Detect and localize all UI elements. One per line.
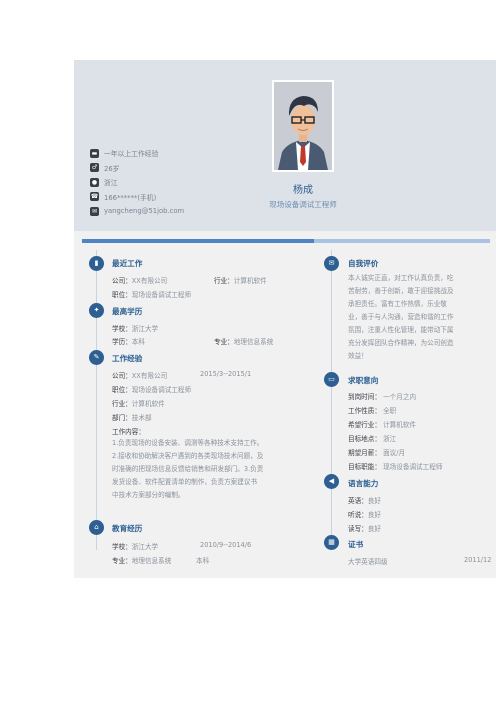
avatar (272, 80, 334, 172)
intent-row: 希望行业： 计算机软件 (348, 421, 417, 429)
intent-row: 目标地点： 浙江 (348, 435, 397, 443)
intent-row: 工作性质： 全职 (348, 407, 397, 415)
education-title: 教育经历 (112, 524, 143, 533)
work-dept: 部门：技术部 (112, 414, 152, 422)
candidate-title: 现场设备调试工程师 (269, 200, 337, 209)
contact-location: ● 浙江 (90, 177, 118, 188)
person-icon: ♂ (90, 163, 99, 173)
work-company: 公司：XX有限公司 (112, 372, 168, 380)
left-timeline (96, 250, 97, 550)
location-icon: ● (90, 177, 99, 187)
certificate-name: 大学英语四级 (348, 558, 388, 566)
certificate-date: 2011/12 (464, 556, 492, 564)
contact-email: ✉ yangcheng@51job.com (90, 206, 185, 216)
recent-work-title: 最近工作 (112, 259, 143, 268)
work-experience-title: 工作经验 (112, 354, 143, 363)
school-section-icon: ⌂ (89, 520, 104, 535)
language-title: 语言能力 (348, 479, 379, 488)
top-degree: 学历：本科 (112, 338, 145, 346)
edu-major: 专业：地理信息系统 (112, 557, 172, 565)
intent-row: 期望月薪： 面议/月 (348, 449, 406, 457)
recent-position: 职位：现场设备调试工程师 (112, 291, 192, 299)
recent-industry: 行业：计算机软件 (214, 277, 267, 285)
certificate-title: 证书 (348, 540, 364, 549)
work-position: 职位：现场设备调试工程师 (112, 386, 192, 394)
language-row: 英语：良好 (348, 497, 381, 505)
contact-phone: ☎ 166******(手机) (90, 192, 157, 202)
speaker-section-icon: ◀ (324, 474, 339, 489)
certificate-section-icon: ▦ (324, 535, 339, 550)
job-intent-title: 求职意向 (348, 376, 379, 385)
wrench-section-icon: ✎ (89, 350, 104, 365)
language-row: 听说：良好 (348, 511, 381, 519)
monitor-section-icon: ▭ (324, 372, 339, 387)
work-industry: 行业：计算机软件 (112, 400, 165, 408)
work-content-label: 工作内容： (112, 428, 145, 436)
top-education-title: 最高学历 (112, 307, 143, 316)
edu-school: 学校：浙江大学 (112, 543, 159, 551)
header-band-dark (82, 239, 314, 243)
intent-row: 目标职能： 现场设备调试工程师 (348, 463, 443, 471)
phone-section-icon: ▮ (89, 256, 104, 271)
edu-degree: 本科 (196, 557, 210, 565)
runner-section-icon: ✦ (89, 303, 104, 318)
self-evaluation-title: 自我评价 (348, 259, 379, 268)
recent-company: 公司：XX有限公司 (112, 277, 168, 285)
work-content: 1.负责现场的设备安装、调测等各种技术支持工作。 2.接收和协助解决客户遇到的各… (112, 439, 264, 499)
comment-section-icon: ✉ (324, 256, 339, 271)
work-period: 2015/3--2015/1 (200, 370, 252, 378)
top-major: 专业：地理信息系统 (214, 338, 274, 346)
language-row: 读写：良好 (348, 525, 381, 533)
resume-page: ▬ 一年以上工作经验 ♂ 26岁 ● 浙江 ☎ 166******(手机) ✉ … (74, 60, 496, 578)
right-timeline (331, 250, 332, 550)
resume-header: ▬ 一年以上工作经验 ♂ 26岁 ● 浙江 ☎ 166******(手机) ✉ … (74, 60, 496, 231)
contact-age: ♂ 26岁 (90, 163, 120, 173)
top-school: 学校：浙江大学 (112, 325, 159, 333)
contact-list: ▬ 一年以上工作经验 ♂ 26岁 ● 浙江 ☎ 166******(手机) ✉ … (90, 146, 184, 219)
contact-experience: ▬ 一年以上工作经验 (90, 148, 159, 159)
self-evaluation-text: 本人诚实正直，对工作认真负责，吃 苦耐劳，善于创新，敢于迎接挑战及 承担责任。富… (348, 274, 454, 360)
phone-icon: ☎ (90, 192, 99, 202)
email-icon: ✉ (90, 206, 99, 216)
edu-period: 2010/9--2014/6 (200, 541, 252, 549)
candidate-name: 杨成 (293, 185, 313, 196)
briefcase-icon: ▬ (90, 148, 99, 158)
intent-row: 到岗时间： 一个月之内 (348, 393, 417, 401)
